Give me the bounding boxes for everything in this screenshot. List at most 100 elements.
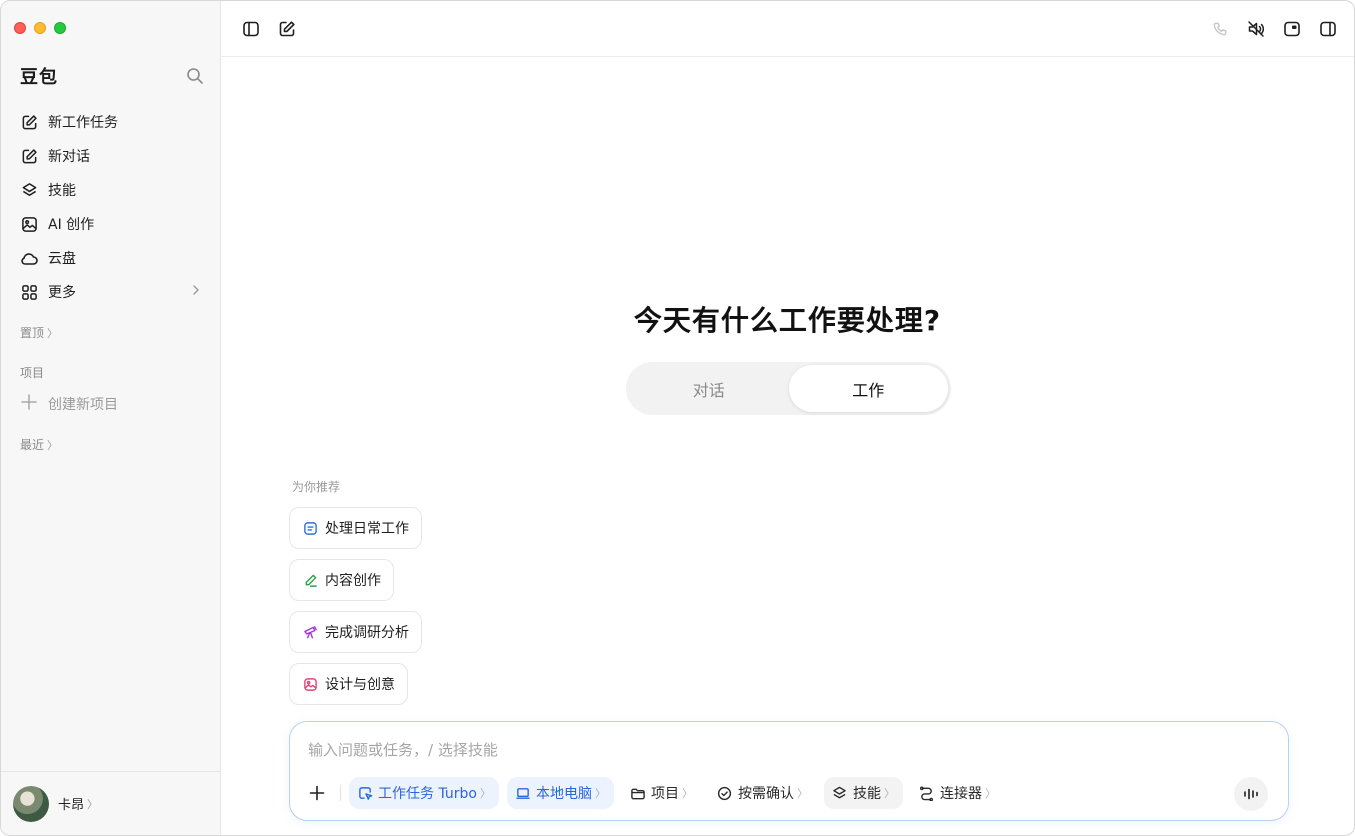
recent-section[interactable]: 最近〉 — [20, 436, 58, 453]
composer-input[interactable] — [308, 738, 1270, 762]
chevron-right-icon: 〉 — [883, 787, 895, 800]
create-project-label: 创建新项目 — [48, 396, 118, 413]
recommendation-daily-work[interactable]: 处理日常工作 — [289, 507, 422, 549]
chevron-right-icon: 〉 — [87, 797, 99, 811]
window-controls — [14, 22, 66, 34]
chevron-right-icon: 〉 — [47, 439, 59, 452]
edit-icon — [20, 147, 38, 165]
pill-label: 按需确认 — [737, 786, 794, 802]
app-window: 豆包 新工作任务 新对话 技能 AI 创作 云盘 更多 置顶 〉 项目 创建新项… — [0, 0, 1355, 836]
cursor-icon — [357, 785, 373, 801]
sidebar-toggle-icon[interactable] — [241, 19, 261, 39]
minimize-window-button[interactable] — [34, 22, 46, 34]
user-name: 卡昂 — [58, 798, 85, 813]
recommendation-label: 内容创作 — [325, 573, 381, 589]
sidebar-item-ai-create[interactable]: AI 创作 — [11, 207, 210, 241]
recommendation-research[interactable]: 完成调研分析 — [289, 611, 422, 653]
pill-label: 技能 — [852, 786, 881, 802]
sidebar: 豆包 新工作任务 新对话 技能 AI 创作 云盘 更多 置顶 〉 项目 创建新项… — [1, 1, 221, 835]
chevron-right-icon: 〉 — [681, 787, 693, 800]
layers-icon — [832, 785, 848, 801]
project-button[interactable]: 项目 〉 — [622, 777, 701, 809]
image-icon — [20, 215, 38, 233]
recommendation-label: 完成调研分析 — [325, 625, 409, 641]
cloud-icon — [20, 249, 38, 267]
sidebar-nav: 新工作任务 新对话 技能 AI 创作 云盘 更多 — [11, 105, 210, 309]
user-profile-button[interactable]: 卡昂 〉 — [1, 771, 220, 835]
grid-icon — [20, 283, 38, 301]
composer: 工作任务 Turbo 〉 本地电脑 〉 项目 〉 — [289, 721, 1289, 821]
pill-label: 工作任务 Turbo — [378, 786, 477, 802]
connector-icon — [919, 785, 935, 801]
sidebar-item-new-chat[interactable]: 新对话 — [11, 139, 210, 173]
recommendation-label: 设计与创意 — [325, 677, 395, 693]
folder-icon — [630, 785, 646, 801]
sidebar-header: 豆包 — [20, 63, 204, 89]
voice-input-button[interactable] — [1234, 777, 1268, 811]
waveform-icon — [1244, 788, 1258, 800]
right-panel-toggle-icon[interactable] — [1318, 19, 1338, 39]
image-icon — [302, 676, 318, 692]
task-icon — [302, 520, 318, 536]
local-computer-button[interactable]: 本地电脑 〉 — [506, 777, 614, 809]
skills-button[interactable]: 技能 〉 — [823, 777, 903, 809]
plus-icon — [20, 393, 40, 414]
mode-tab-work[interactable]: 工作 — [788, 365, 948, 412]
composer-toolbar: 工作任务 Turbo 〉 本地电脑 〉 项目 〉 按需确认 〉 技能 〉 连接器… — [304, 777, 1278, 811]
recommend-label: 为你推荐 — [292, 480, 341, 494]
chevron-right-icon: 〉 — [479, 787, 491, 800]
sidebar-item-label: 新工作任务 — [48, 115, 118, 131]
close-window-button[interactable] — [14, 22, 26, 34]
mode-tab-chat[interactable]: 对话 — [629, 365, 789, 412]
layers-icon — [20, 181, 38, 199]
toolbar-left — [241, 19, 297, 39]
pen-icon — [302, 572, 318, 588]
telescope-icon — [302, 624, 318, 640]
create-project-button[interactable]: 创建新项目 — [20, 393, 118, 414]
pill-label: 项目 — [650, 786, 679, 802]
recent-label: 最近 — [20, 438, 45, 452]
sidebar-item-label: 更多 — [48, 285, 76, 301]
recommendation-label: 处理日常工作 — [325, 521, 409, 537]
sidebar-item-new-task[interactable]: 新工作任务 — [11, 105, 210, 139]
edit-icon — [20, 113, 38, 131]
sidebar-item-label: AI 创作 — [48, 217, 95, 233]
mode-switch: 对话 工作 — [626, 362, 951, 415]
pinned-section[interactable]: 置顶〉 — [20, 324, 58, 341]
floating-window-icon[interactable] — [1282, 19, 1302, 39]
sidebar-item-skills[interactable]: 技能 — [11, 173, 210, 207]
recommendation-design[interactable]: 设计与创意 — [289, 663, 408, 705]
shield-check-icon — [717, 785, 733, 801]
work-mode-turbo-button[interactable]: 工作任务 Turbo 〉 — [349, 777, 499, 809]
confirm-on-demand-button[interactable]: 按需确认 〉 — [709, 777, 816, 809]
search-icon[interactable] — [186, 67, 204, 85]
recommendation-list: 处理日常工作 内容创作 完成调研分析 设计与创意 — [289, 507, 422, 705]
main-panel: 今天有什么工作要处理? 对话 工作 为你推荐 处理日常工作 内容创作 完成调研分… — [221, 1, 1354, 835]
sidebar-item-label: 云盘 — [48, 251, 76, 267]
pinned-label: 置顶 — [20, 326, 45, 340]
new-chat-icon[interactable] — [277, 19, 297, 39]
chevron-right-icon: 〉 — [594, 787, 606, 800]
sidebar-item-label: 技能 — [48, 183, 76, 199]
recommendation-content-creation[interactable]: 内容创作 — [289, 559, 394, 601]
top-toolbar — [221, 1, 1354, 57]
pill-label: 连接器 — [939, 786, 982, 802]
chevron-right-icon: 〉 — [984, 787, 996, 800]
phone-icon[interactable] — [1210, 19, 1230, 39]
pill-label: 本地电脑 — [535, 786, 592, 802]
sidebar-item-cloud[interactable]: 云盘 — [11, 241, 210, 275]
chevron-right-icon: 〉 — [796, 787, 808, 800]
add-attachment-button[interactable] — [304, 780, 330, 806]
zoom-window-button[interactable] — [54, 22, 66, 34]
sidebar-item-label: 新对话 — [48, 149, 90, 165]
chevron-right-icon: 〉 — [47, 327, 59, 340]
toolbar-right — [1210, 19, 1338, 39]
mute-icon[interactable] — [1246, 19, 1266, 39]
sidebar-item-more[interactable]: 更多 — [11, 275, 210, 309]
chevron-right-icon — [191, 284, 201, 300]
toolbar-divider — [340, 785, 341, 801]
connectors-button[interactable]: 连接器 〉 — [911, 777, 1004, 809]
laptop-icon — [515, 785, 531, 801]
app-title: 豆包 — [20, 67, 58, 88]
projects-label: 项目 — [20, 366, 45, 380]
